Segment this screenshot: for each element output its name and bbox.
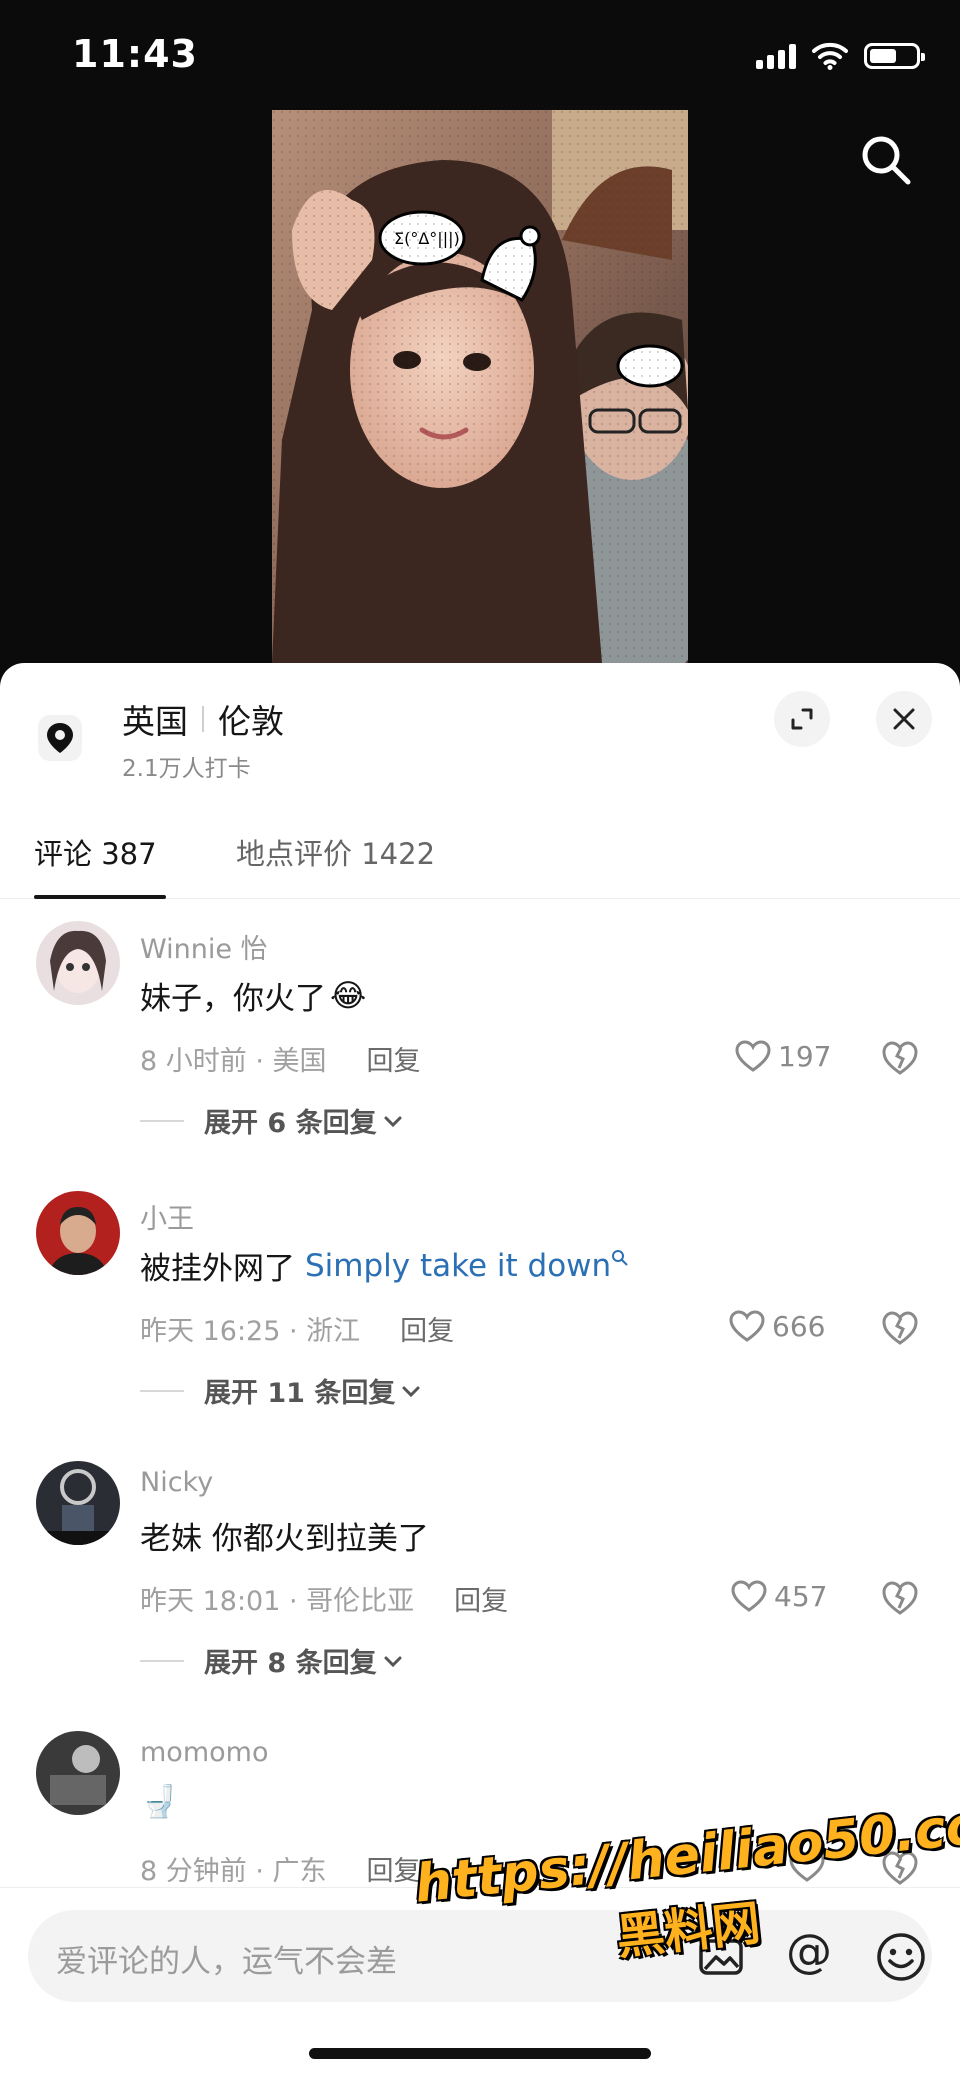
dislike-icon[interactable] (880, 1037, 920, 1077)
comment-meta: 昨天 16:25 · 浙江 回复 (140, 1309, 454, 1348)
avatar[interactable] (36, 1731, 120, 1815)
battery-icon (864, 43, 925, 69)
close-button[interactable] (876, 691, 932, 747)
heart-icon (731, 1580, 767, 1612)
like-count: 197 (778, 1039, 832, 1073)
comment-text: 🚽 (140, 1783, 179, 1820)
chevron-down-icon (384, 1116, 402, 1127)
location-header[interactable]: 英国 伦敦 2.1万人打卡 (0, 663, 960, 813)
heart-icon (729, 1310, 765, 1342)
comments-sheet: 英国 伦敦 2.1万人打卡 评论 387 地点评价 1422 Winnie 怡 … (0, 663, 960, 2080)
comment-item: Winnie 怡 妹子，你火了 😂 8 小时前 · 美国 回复 197 展开 6… (0, 921, 960, 1191)
location-title: 英国 伦敦 (122, 695, 284, 743)
comment-emoji: 😂 (330, 977, 367, 1014)
comment-time-location: 8 分钟前 · 广东 (140, 1856, 327, 1887)
avatar[interactable] (36, 1191, 120, 1275)
comment-body: 老妹 你都火到拉美了 (140, 1521, 429, 1557)
avatar[interactable] (36, 921, 120, 1005)
expand-dash (140, 1389, 184, 1392)
comment-username[interactable]: Nicky (140, 1467, 213, 1498)
mention-icon[interactable]: @ (786, 1928, 832, 1974)
search-link-icon[interactable] (611, 1249, 629, 1267)
battery-fill (870, 49, 897, 63)
comment-meta: 昨天 18:01 · 哥伦比亚 回复 (140, 1579, 508, 1618)
expand-dash (140, 1119, 184, 1122)
like-button[interactable]: 666 (728, 1309, 825, 1343)
like-count: 457 (774, 1579, 828, 1613)
reply-button[interactable]: 回复 (367, 1039, 421, 1078)
comment-time-location: 昨天 18:01 · 哥伦比亚 (140, 1586, 415, 1617)
comment-time-location: 昨天 16:25 · 浙江 (140, 1316, 361, 1347)
location-pin-icon (38, 715, 82, 761)
image-icon[interactable] (696, 1932, 746, 1982)
like-button[interactable]: 197 (734, 1039, 831, 1073)
tab-location-reviews[interactable]: 地点评价 1422 (236, 831, 435, 873)
comment-emoji: 🚽 (140, 1784, 179, 1820)
expand-replies[interactable]: 展开 8 条回复 (140, 1641, 403, 1680)
avatar[interactable] (36, 1461, 120, 1545)
expand-dash (140, 1659, 184, 1662)
search-link[interactable]: Simply take it down (305, 1248, 611, 1284)
chevron-down-icon (402, 1386, 420, 1397)
video-player[interactable]: Σ(°Δ°|||) (272, 110, 688, 663)
like-button[interactable] (788, 1849, 826, 1883)
comment-time-location: 8 小时前 · 美国 (140, 1046, 327, 1077)
expand-replies-label: 展开 8 条回复 (204, 1648, 377, 1679)
search-icon[interactable] (856, 130, 916, 190)
comment-input-placeholder: 爱评论的人，运气不会差 (56, 1944, 397, 1980)
expand-replies[interactable]: 展开 11 条回复 (140, 1371, 421, 1410)
comment-meta: 8 分钟前 · 广东 回复 (140, 1849, 421, 1888)
expand-button[interactable] (774, 691, 830, 747)
comment-body: 被挂外网了 (140, 1251, 295, 1287)
reply-button[interactable]: 回复 (400, 1309, 454, 1348)
comment-text: 妹子，你火了 😂 (140, 973, 366, 1018)
tab-bar: 评论 387 地点评价 1422 (0, 813, 960, 899)
status-time: 11:43 (72, 32, 198, 76)
comment-text: 老妹 你都火到拉美了 (140, 1513, 429, 1558)
like-button[interactable]: 457 (730, 1579, 827, 1613)
reply-button[interactable]: 回复 (367, 1849, 421, 1888)
dislike-icon[interactable] (880, 1307, 920, 1347)
comment-input[interactable]: 爱评论的人，运气不会差 @ (28, 1910, 932, 2002)
home-indicator[interactable] (309, 2048, 651, 2059)
expand-replies[interactable]: 展开 6 条回复 (140, 1101, 403, 1140)
comment-username[interactable]: 小王 (140, 1197, 194, 1236)
expand-icon (791, 708, 813, 730)
like-count: 666 (772, 1309, 826, 1343)
chevron-down-icon (384, 1656, 402, 1667)
reply-button[interactable]: 回复 (454, 1579, 508, 1618)
dislike-icon[interactable] (880, 1577, 920, 1617)
comment-text: 被挂外网了 Simply take it down (140, 1243, 629, 1288)
comment-username[interactable]: Winnie 怡 (140, 927, 268, 966)
status-icons (756, 42, 925, 70)
active-tab-indicator (34, 895, 166, 899)
comment-meta: 8 小时前 · 美国 回复 (140, 1039, 421, 1078)
video-image: Σ(°Δ°|||) (272, 110, 688, 663)
expand-replies-label: 展开 11 条回复 (204, 1378, 396, 1409)
tab-comments[interactable]: 评论 387 (34, 831, 157, 873)
location-divider (202, 706, 204, 732)
location-country: 英国 (122, 702, 188, 741)
location-city: 伦敦 (218, 702, 284, 741)
location-checkins: 2.1万人打卡 (122, 756, 251, 782)
wifi-icon (812, 42, 848, 70)
comment-body: 妹子，你火了 (140, 981, 326, 1017)
comment-username[interactable]: momomo (140, 1737, 268, 1768)
heart-icon (789, 1850, 825, 1882)
emoji-icon[interactable] (874, 1930, 928, 1984)
expand-replies-label: 展开 6 条回复 (204, 1108, 377, 1139)
comment-item: 小王 被挂外网了 Simply take it down 昨天 16:25 · … (0, 1191, 960, 1461)
comment-input-bar: 爱评论的人，运气不会差 @ (0, 1887, 960, 2080)
signal-icon (756, 43, 796, 69)
comment-item: Nicky 老妹 你都火到拉美了 昨天 18:01 · 哥伦比亚 回复 457 … (0, 1461, 960, 1731)
heart-icon (735, 1040, 771, 1072)
dislike-icon[interactable] (880, 1847, 920, 1887)
close-icon (893, 708, 915, 730)
status-bar: 11:43 (0, 0, 960, 110)
